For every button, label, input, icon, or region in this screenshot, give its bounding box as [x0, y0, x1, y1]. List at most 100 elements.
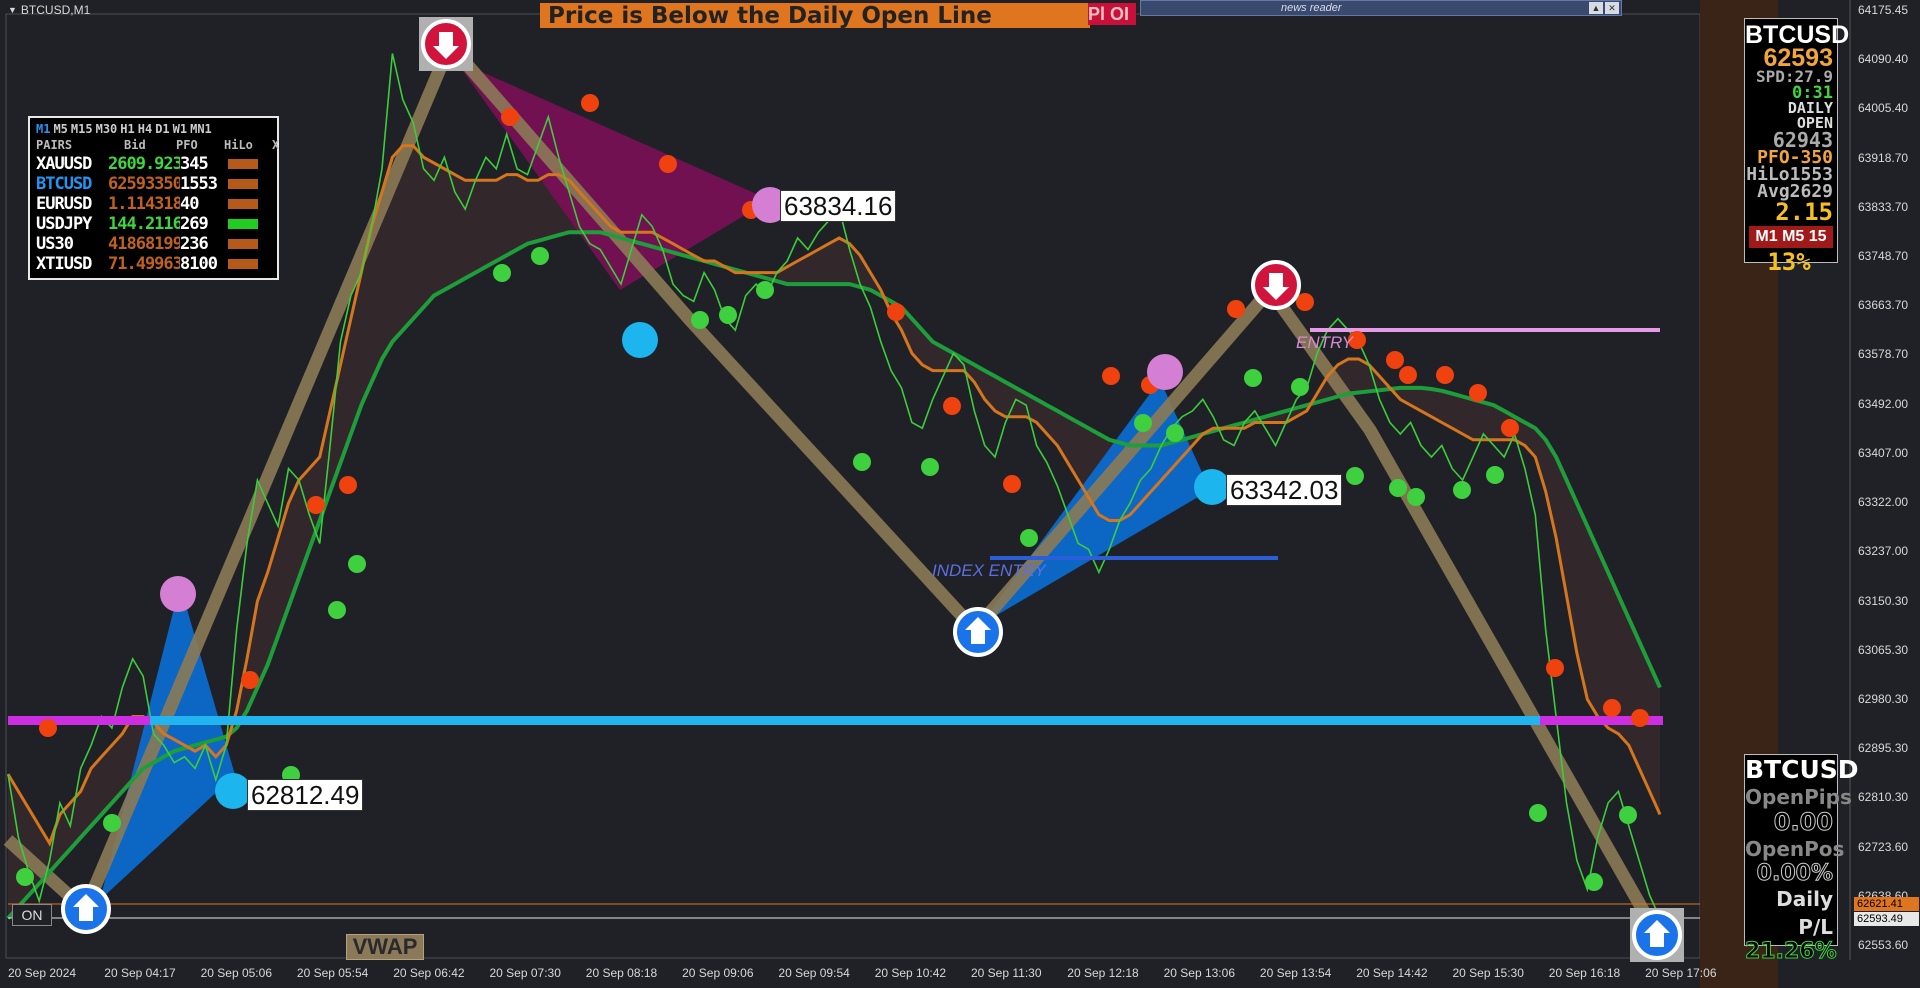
y-tick-label: 62980.30: [1858, 692, 1909, 706]
y-tick-label: 63918.70: [1858, 151, 1909, 166]
bid-price-tag: 62593.49: [1854, 912, 1919, 926]
swing-low-dot-9: [756, 281, 774, 299]
pair-hilo: 345: [180, 154, 209, 174]
pair-hilo: 1553: [180, 174, 218, 194]
pair-name: EURUSD: [36, 194, 92, 214]
swing-low-dot-12: [1020, 529, 1038, 547]
price-label-mid: 63342.03: [1226, 474, 1343, 506]
pairs-row[interactable]: USDJPY 144.21166269: [36, 214, 258, 234]
symbol-info-panel: BTCUSD 62593 SPD:27.9 0:31 DAILY OPEN 62…: [1744, 18, 1849, 274]
swing-high-dot-16: [1386, 351, 1404, 369]
swing-high-dot-18: [1436, 366, 1454, 384]
tf-m5[interactable]: M5: [53, 122, 67, 136]
tf-w1[interactable]: W1: [173, 122, 187, 136]
pairs-row[interactable]: US30 41868199 236: [36, 234, 258, 254]
pivot-violet-dot-2: [1147, 354, 1183, 390]
header-pairs: PAIRS: [36, 138, 73, 152]
swing-low-dot-21: [1486, 466, 1504, 484]
info-price: 62593: [1763, 44, 1833, 72]
info-percent: 13%: [1767, 248, 1811, 276]
pl-daily-value: 21.26%: [1745, 939, 1838, 964]
swing-low-dot-16: [1291, 378, 1309, 396]
pair-bid: 2609.9237: [108, 154, 180, 174]
x-tick-label: 20 Sep 05:54: [296, 966, 369, 980]
price-chart[interactable]: [0, 0, 1920, 988]
swing-high-dot-10: [1003, 475, 1021, 493]
x-tick-label: 20 Sep 05:06: [200, 966, 272, 980]
close-icon[interactable]: ✕: [1605, 2, 1619, 14]
pair-hilo: 40: [180, 194, 199, 214]
y-tick-label: 64005.40: [1858, 101, 1909, 116]
tf-h1[interactable]: H1: [120, 122, 134, 136]
pl-open-pips: 0.00: [1773, 808, 1833, 836]
pairs-row[interactable]: XAUUSD 2609.9237345: [36, 154, 258, 174]
x-tick-label: 20 Sep 06:42: [393, 966, 465, 980]
swing-high-dot-11: [1102, 367, 1120, 385]
pair-bid: 62593350: [108, 174, 180, 194]
tf-m1[interactable]: M1: [36, 122, 50, 136]
pl-open-pos: 0.00%: [1756, 861, 1833, 886]
y-tick-label: 63748.70: [1858, 249, 1909, 264]
y-tick-label: 63578.70: [1858, 347, 1909, 362]
swing-low-dot-17: [1346, 467, 1364, 485]
x-tick-label: 20 Sep 08:18: [585, 966, 658, 980]
swing-low-dot-23: [1585, 873, 1603, 891]
buy-arrow-icon-1: [61, 884, 111, 934]
swing-high-dot-4: [501, 108, 519, 126]
pairs-row[interactable]: EURUSD 1.114318 40: [36, 194, 258, 214]
collapse-icon[interactable]: ▲: [1589, 2, 1603, 14]
pair-bid: 41868199: [108, 234, 180, 254]
swing-high-dot-9: [943, 397, 961, 415]
pair-hilo: 269: [180, 214, 209, 234]
pivot-cyan-dot-2: [1194, 469, 1230, 505]
tf-m15[interactable]: M15: [71, 122, 93, 136]
x-tick-label: 20 Sep 13:06: [1163, 966, 1235, 980]
pair-hilo: 8100: [180, 254, 218, 274]
ask-price-tag: 62621.41: [1854, 897, 1919, 911]
pl-open-pips-label: OpenPips: [1745, 785, 1852, 809]
price-label-high: 63834.16: [780, 190, 897, 222]
x-tick-label: 20 Sep 04:17: [104, 966, 176, 980]
x-tick-label: 20 Sep 09:54: [778, 966, 850, 980]
swing-low-dot-13: [1134, 414, 1152, 432]
tf-d1[interactable]: D1: [155, 122, 169, 136]
swing-low-dot-22: [1529, 804, 1547, 822]
x-tick-label: 20 Sep 16:18: [1548, 966, 1621, 980]
pair-bid: 1.114318: [108, 194, 180, 214]
pair-hilo: 236: [180, 234, 209, 254]
sell-arrow-icon-2: [1251, 260, 1301, 310]
pairs-row[interactable]: XTIUSD 71.4996308100: [36, 254, 258, 274]
x-tick-label: 20 Sep 12:18: [1067, 966, 1139, 980]
entry-label: ENTRY: [1296, 333, 1353, 352]
on-toggle-button[interactable]: ON: [12, 904, 52, 926]
swing-high-dot-8: [887, 303, 905, 321]
pl-panel: BTCUSD OpenPips 0.00 OpenPos 0.00% Daily…: [1744, 754, 1859, 963]
tf-h4[interactable]: H4: [138, 122, 152, 136]
tf-mn1[interactable]: MN1: [190, 122, 212, 136]
y-tick-label: 63492.00: [1858, 397, 1909, 411]
y-tick-label: 62723.60: [1858, 839, 1909, 854]
swing-low-dot-10: [853, 453, 871, 471]
swing-low-dot-20: [1453, 481, 1471, 499]
swing-low-dot-15: [1244, 369, 1262, 387]
vwap-button[interactable]: VWAP: [346, 934, 424, 960]
chevron-down-icon[interactable]: ▼: [8, 5, 17, 15]
symbol-label: BTCUSD,M1: [20, 3, 91, 17]
timeframe-row: M1 M5 M15 M30 H1 H4 D1 W1 MN1: [36, 122, 212, 136]
y-tick-label: 63322.00: [1858, 495, 1909, 510]
news-reader-bar[interactable]: news reader ▲ ✕: [1140, 0, 1622, 16]
sell-arrow-icon-1: [419, 17, 473, 71]
pair-strength-bar: [228, 219, 258, 229]
tf-m30[interactable]: M30: [96, 122, 118, 136]
banner-tail: Pl OI: [1088, 3, 1136, 25]
header-pfo: PFO: [176, 138, 198, 152]
swing-low-dot-5: [493, 264, 511, 282]
swing-low-dot-1: [103, 814, 121, 832]
header-bid: Bid: [124, 138, 146, 152]
swing-high-dot-23: [1631, 709, 1649, 727]
x-tick-label: 20 Sep 10:42: [874, 966, 947, 980]
pair-bid: 71.499630: [108, 254, 180, 274]
swing-high-dot-20: [1501, 419, 1519, 437]
header-x: X: [272, 138, 280, 152]
pairs-row[interactable]: BTCUSD 62593350 1553: [36, 174, 258, 194]
